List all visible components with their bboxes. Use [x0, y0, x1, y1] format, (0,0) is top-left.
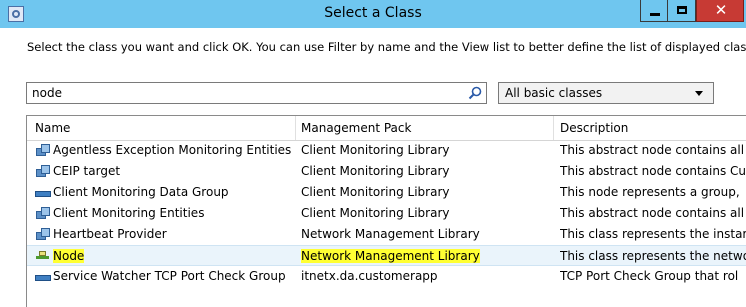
table-row[interactable]: Service Watcher TCP Port Check Group itn… [27, 266, 746, 287]
entity-icon [35, 228, 51, 241]
table-row-selected[interactable]: Node Network Management Library This cla… [27, 245, 746, 266]
row-description: This abstract node contains all [560, 143, 745, 157]
column-header-management-pack[interactable]: Management Pack [301, 121, 411, 135]
close-button[interactable]: ✕ [696, 0, 744, 22]
class-list[interactable]: Name Management Pack Description Agentle… [26, 115, 746, 307]
row-management-pack: Network Management Library [301, 249, 556, 263]
entity-icon [35, 207, 51, 220]
row-name: Agentless Exception Monitoring Entities [53, 143, 292, 157]
highlighted-name: Node [53, 249, 85, 263]
highlighted-management-pack: Network Management Library [301, 249, 480, 263]
instructions-text: Select the class you want and click OK. … [27, 40, 746, 54]
row-description: This abstract node contains Cu [560, 164, 746, 178]
row-description: TCP Port Check Group that rol [560, 269, 739, 283]
row-name: CEIP target [53, 164, 121, 178]
row-management-pack: Client Monitoring Library [301, 164, 450, 178]
view-select-value: All basic classes [505, 86, 603, 100]
search-icon[interactable] [468, 86, 482, 100]
filter-input-value: node [32, 86, 62, 100]
row-name: Heartbeat Provider [53, 227, 167, 241]
group-icon [35, 186, 51, 199]
row-management-pack: Client Monitoring Library [301, 206, 450, 220]
maximize-icon [677, 6, 687, 14]
row-name: Service Watcher TCP Port Check Group [53, 269, 286, 283]
row-name: Node [53, 249, 318, 263]
table-row[interactable]: CEIP target Client Monitoring Library Th… [27, 161, 746, 182]
chevron-down-icon [695, 91, 703, 96]
column-divider[interactable] [295, 116, 296, 140]
row-name: Client Monitoring Entities [53, 206, 205, 220]
table-row[interactable]: Heartbeat Provider Network Management Li… [27, 224, 746, 245]
close-icon: ✕ [714, 1, 728, 19]
table-row[interactable]: Client Monitoring Data Group Client Moni… [27, 182, 746, 203]
window-title: Select a Class [324, 5, 422, 21]
node-icon [35, 250, 51, 263]
filter-input[interactable]: node [26, 82, 487, 104]
row-management-pack: Client Monitoring Library [301, 185, 450, 199]
row-description: This class represents the netwo [560, 249, 746, 263]
column-header-description[interactable]: Description [560, 121, 628, 135]
entity-icon [35, 144, 51, 157]
maximize-button[interactable] [668, 0, 696, 22]
entity-icon [35, 165, 51, 178]
table-row[interactable]: Agentless Exception Monitoring Entities … [27, 140, 746, 161]
row-name: Client Monitoring Data Group [53, 185, 229, 199]
title-bar: Select a Class ✕ [0, 0, 746, 28]
row-management-pack: itnetx.da.customerapp [301, 269, 438, 283]
minimize-button[interactable] [640, 0, 668, 22]
list-header: Name Management Pack Description [27, 116, 746, 141]
column-header-name[interactable]: Name [35, 121, 70, 135]
table-row[interactable]: Client Monitoring Entities Client Monito… [27, 203, 746, 224]
group-icon [35, 270, 51, 283]
row-description: This abstract node contains all [560, 206, 745, 220]
minimize-icon [650, 13, 660, 16]
row-management-pack: Client Monitoring Library [301, 143, 450, 157]
view-select[interactable]: All basic classes [498, 82, 714, 104]
row-management-pack: Network Management Library [301, 227, 480, 241]
row-description: This node represents a group, [560, 185, 740, 199]
row-description: This class represents the instar [560, 227, 746, 241]
column-divider[interactable] [553, 116, 554, 140]
